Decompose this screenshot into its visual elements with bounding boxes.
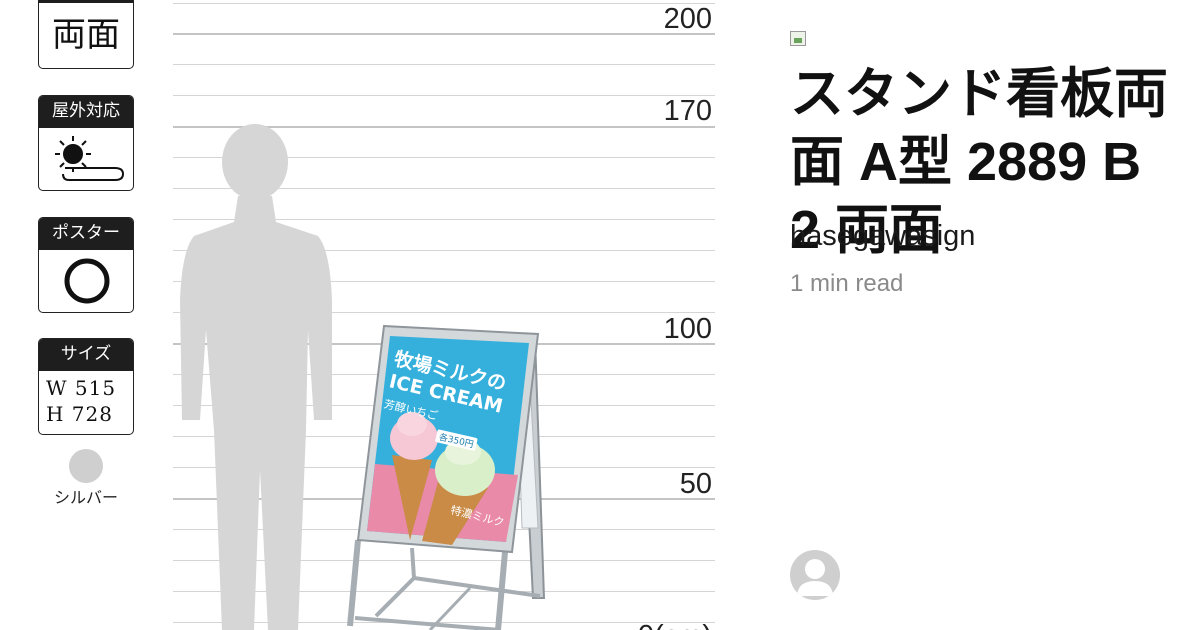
badge-outdoor-head: 屋外対応: [39, 96, 133, 128]
sun-icon: [55, 136, 125, 181]
user-avatar-icon: [797, 559, 833, 596]
color-label: シルバー: [53, 488, 118, 507]
product-image: 200 170 100 50 0(cm) 牧: [0, 0, 760, 630]
broken-image-icon: [790, 31, 806, 46]
badge-type-value: 両面: [52, 15, 120, 55]
badge-size-head: サイズ: [39, 339, 133, 371]
badge-poster-head: ポスター: [39, 218, 133, 250]
size-height: H 728: [46, 402, 113, 426]
author-name[interactable]: hasegawasign: [790, 220, 975, 253]
spec-badge-outdoor: 屋外対応: [38, 95, 134, 191]
color-swatch-silver: [69, 449, 103, 483]
spec-badge-poster: ポスター: [38, 217, 134, 313]
read-time: 1 min read: [790, 270, 904, 297]
circle-mark-icon: [64, 258, 110, 304]
spec-badge-size: サイズ W 515 H 728: [38, 338, 134, 435]
spec-badge-type: 仕様 両面: [38, 0, 134, 69]
size-width: W 515: [46, 376, 117, 400]
avatar[interactable]: [790, 550, 840, 600]
